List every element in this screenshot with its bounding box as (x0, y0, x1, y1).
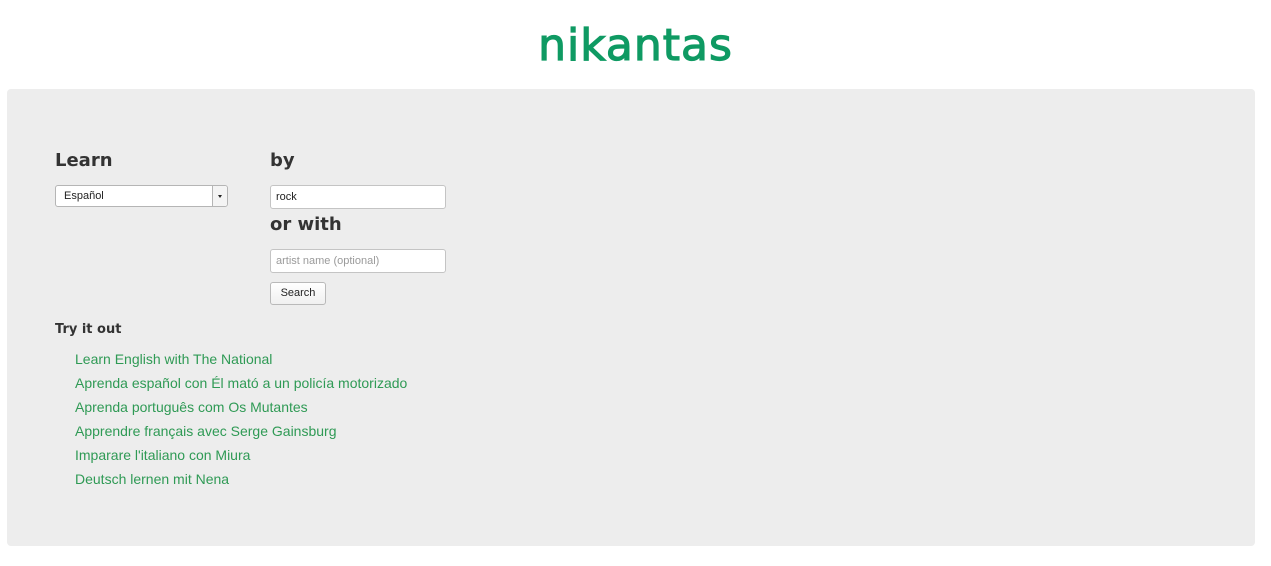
search-button[interactable]: Search (270, 282, 326, 305)
try-it-out-title: Try it out (55, 322, 122, 337)
example-link-italian[interactable]: Imparare l'italiano con Miura (75, 443, 407, 467)
artist-input[interactable] (270, 249, 446, 273)
example-link-german[interactable]: Deutsch lernen mit Nena (75, 467, 407, 491)
example-links-list: Learn English with The National Aprenda … (75, 347, 407, 491)
language-select-value: Español (64, 190, 104, 202)
example-link-portuguese[interactable]: Aprenda português com Os Mutantes (75, 395, 407, 419)
language-select[interactable]: Español (55, 185, 228, 207)
example-link-english[interactable]: Learn English with The National (75, 347, 407, 371)
example-link-spanish[interactable]: Aprenda español con Él mató a un policía… (75, 371, 407, 395)
genre-input[interactable] (270, 185, 446, 209)
learn-label: Learn (55, 150, 113, 171)
or-with-label: or with (270, 214, 342, 235)
nikantas-logo[interactable]: nikantas (0, 18, 1271, 74)
by-label: by (270, 150, 295, 171)
example-link-french[interactable]: Apprendre français avec Serge Gainsburg (75, 419, 407, 443)
chevron-down-icon[interactable] (212, 186, 227, 206)
search-panel: Learn Español by or with Search Try it o… (7, 89, 1255, 546)
